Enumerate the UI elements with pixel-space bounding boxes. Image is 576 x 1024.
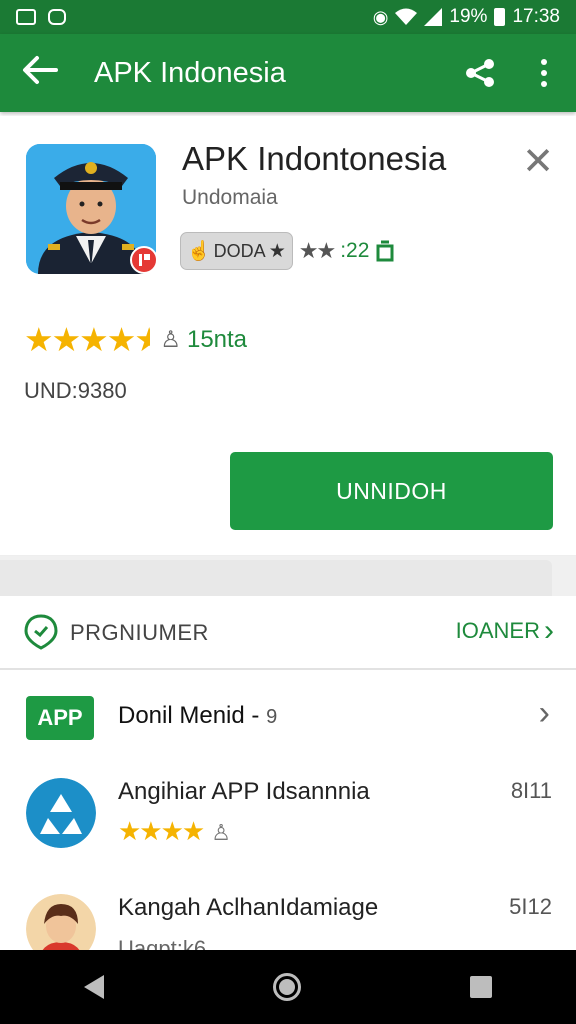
more-vert-icon[interactable] — [512, 41, 576, 105]
shield-check-icon — [24, 614, 58, 650]
list-item-name: Angihiar APP Idsannnia — [118, 778, 370, 805]
list-item-name: Kangah AclhanIdamiage — [118, 894, 379, 921]
editor-choice-chip[interactable]: ☝ DODA ★ — [180, 232, 293, 270]
app-icon — [26, 144, 158, 274]
rating-row: ★★★★★ ♙ 15nta — [24, 320, 247, 359]
app-bar-title: APK Indonesia — [94, 56, 286, 89]
android-notification-icon — [48, 9, 66, 25]
install-button[interactable]: UNNIDOH — [230, 452, 553, 530]
divider-band — [0, 556, 576, 596]
person-icon: ♙ — [160, 326, 181, 352]
chip-label: DODA — [213, 240, 266, 261]
list-item-rating: ★★★★ ♙ — [118, 816, 231, 846]
nav-back-icon[interactable] — [84, 975, 105, 999]
battery-percent: 19% — [449, 6, 488, 27]
price-label: UND:9380 — [24, 378, 127, 403]
list-title: Donil Menid - 9 — [118, 702, 278, 729]
gallery-notification-icon — [16, 9, 36, 25]
list-item-meta: 8I11 — [510, 778, 552, 803]
app-bar: APK Indonesia — [0, 34, 576, 112]
app-title: APK Indontonesia — [182, 140, 447, 177]
chevron-right-icon: › — [544, 614, 554, 647]
rating-stars: ★★★★★ — [24, 321, 151, 358]
chip-stars: ★★ — [298, 238, 336, 263]
recycle-icon — [26, 778, 96, 848]
chip-count: :22 — [340, 239, 370, 262]
alarm-icon: ◉ — [372, 7, 389, 27]
wifi-icon — [395, 8, 418, 25]
nav-recents-icon[interactable] — [469, 976, 492, 998]
hand-icon: ☝ — [187, 241, 211, 262]
app-badge: APP — [26, 696, 94, 740]
developer-name[interactable]: Undomaia — [182, 186, 278, 210]
person-icon: ♙ — [211, 820, 231, 845]
half-star-icon: ★ — [134, 321, 151, 358]
flag-badge-icon — [130, 246, 158, 274]
list-item[interactable]: Angihiar APP Idsannnia 8I11 ★★★★ ♙ — [0, 770, 576, 880]
section-row[interactable]: PRGNIUMER IOANER › — [0, 596, 576, 670]
list-count: 9 — [266, 706, 278, 728]
app-detail-card: ✕ APK Indontonesia Undomaia ☝ DODA ★ ★★ … — [0, 116, 576, 556]
share-icon[interactable] — [448, 41, 512, 105]
star-icon: ★ — [268, 240, 286, 262]
badge-row: ☝ DODA ★ ★★ :22 — [180, 232, 395, 270]
clock: 17:38 — [512, 6, 560, 27]
section-label: PRGNIUMER — [70, 620, 209, 645]
chevron-right-icon[interactable]: › — [539, 696, 550, 730]
list-header[interactable]: APP Donil Menid - 9 › — [0, 672, 576, 758]
system-nav-bar — [0, 950, 576, 1024]
arrow-back-icon[interactable] — [0, 55, 80, 91]
nav-home-icon[interactable] — [272, 973, 301, 1001]
download-icon — [376, 240, 394, 262]
section-more-link[interactable]: IOANER › — [455, 614, 554, 647]
battery-icon — [494, 8, 506, 26]
close-icon[interactable]: ✕ — [518, 142, 558, 182]
section-more-label: IOANER — [455, 618, 540, 643]
status-bar: ◉ 19% 17:38 — [0, 0, 576, 34]
signal-icon — [424, 8, 443, 26]
rating-count: 15nta — [186, 325, 248, 353]
list-item-meta: 5I12 — [509, 894, 552, 919]
